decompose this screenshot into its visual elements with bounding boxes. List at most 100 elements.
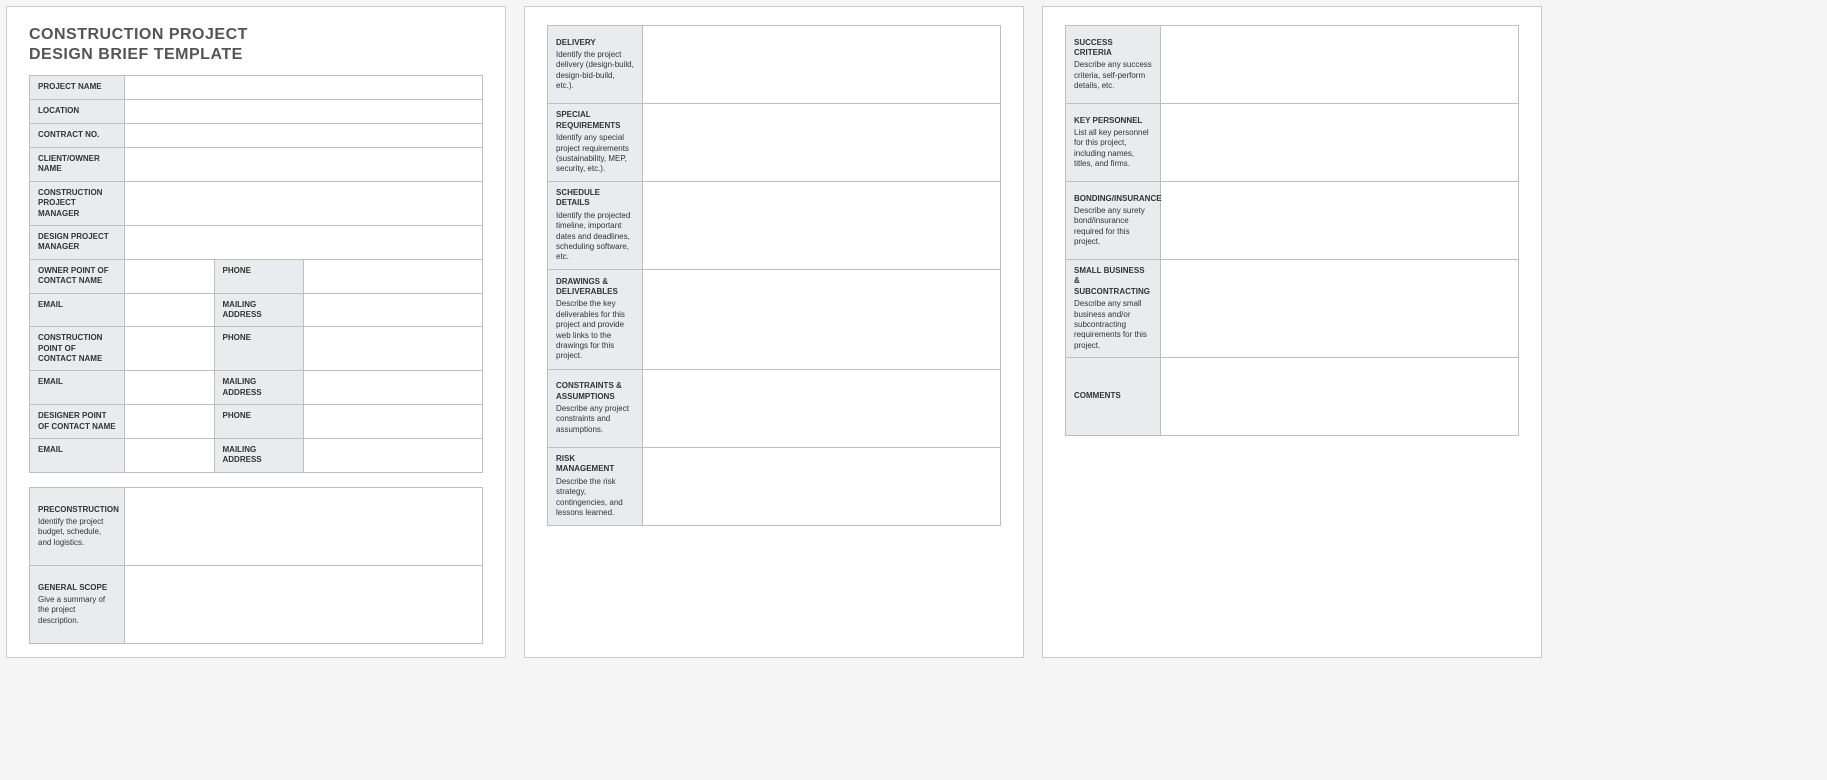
row-dpm: DESIGN PROJECT MANAGER xyxy=(30,225,483,259)
desc-schedule: Identify the projected timeline, importa… xyxy=(556,211,634,263)
desc-bonding: Describe any surety bond/insurance requi… xyxy=(1074,206,1152,248)
input-designer-email[interactable] xyxy=(125,439,215,473)
row-success: SUCCESS CRITERIA Describe any success cr… xyxy=(1066,26,1519,104)
input-owner-poc-name[interactable] xyxy=(125,259,215,293)
input-general-scope[interactable] xyxy=(125,565,483,643)
input-designer-poc-name[interactable] xyxy=(125,405,215,439)
row-construction-email: EMAIL MAILING ADDRESS xyxy=(30,371,483,405)
row-contract-no: CONTRACT NO. xyxy=(30,124,483,148)
hdr-preconstruction: PRECONSTRUCTION xyxy=(38,505,116,515)
row-comments: COMMENTS xyxy=(1066,358,1519,436)
row-cpm: CONSTRUCTION PROJECT MANAGER xyxy=(30,181,483,225)
input-delivery[interactable] xyxy=(643,26,1001,104)
input-client-owner[interactable] xyxy=(125,148,483,182)
row-special-req: SPECIAL REQUIREMENTS Identify any specia… xyxy=(548,104,1001,182)
input-designer-phone[interactable] xyxy=(304,405,483,439)
document-title: CONSTRUCTION PROJECT DESIGN BRIEF TEMPLA… xyxy=(29,25,483,65)
info-table: PROJECT NAME LOCATION CONTRACT NO. CLIEN… xyxy=(29,75,483,473)
input-location[interactable] xyxy=(125,100,483,124)
hdr-risk: RISK MANAGEMENT xyxy=(556,454,634,475)
input-project-name[interactable] xyxy=(125,76,483,100)
document-wrap: CONSTRUCTION PROJECT DESIGN BRIEF TEMPLA… xyxy=(6,6,1821,658)
label-email-3: EMAIL xyxy=(38,445,116,455)
hdr-small-biz: SMALL BUSINESS & SUBCONTRACTING xyxy=(1074,266,1152,297)
input-dpm[interactable] xyxy=(125,225,483,259)
section-table-p1: PRECONSTRUCTION Identify the project bud… xyxy=(29,487,483,644)
label-mailing-3: MAILING ADDRESS xyxy=(223,445,296,466)
row-designer-poc: DESIGNER POINT OF CONTACT NAME PHONE xyxy=(30,405,483,439)
hdr-success: SUCCESS CRITERIA xyxy=(1074,38,1152,59)
input-constraints[interactable] xyxy=(643,369,1001,447)
row-risk: RISK MANAGEMENT Describe the risk strate… xyxy=(548,447,1001,525)
input-success[interactable] xyxy=(1161,26,1519,104)
page-1: CONSTRUCTION PROJECT DESIGN BRIEF TEMPLA… xyxy=(6,6,506,658)
row-preconstruction: PRECONSTRUCTION Identify the project bud… xyxy=(30,487,483,565)
input-construction-email[interactable] xyxy=(125,371,215,405)
title-line-2: DESIGN BRIEF TEMPLATE xyxy=(29,46,243,63)
desc-personnel: List all key personnel for this project,… xyxy=(1074,128,1152,170)
hdr-personnel: KEY PERSONNEL xyxy=(1074,116,1152,126)
title-line-1: CONSTRUCTION PROJECT xyxy=(29,26,248,43)
section-table-p2: DELIVERY Identify the project delivery (… xyxy=(547,25,1001,526)
row-owner-poc: OWNER POINT OF CONTACT NAME PHONE xyxy=(30,259,483,293)
desc-delivery: Identify the project delivery (design-bu… xyxy=(556,50,634,92)
hdr-general-scope: GENERAL SCOPE xyxy=(38,583,116,593)
input-construction-mailing[interactable] xyxy=(304,371,483,405)
row-small-biz: SMALL BUSINESS & SUBCONTRACTING Describe… xyxy=(1066,260,1519,358)
input-construction-poc-name[interactable] xyxy=(125,327,215,371)
label-project-name: PROJECT NAME xyxy=(38,82,116,92)
hdr-drawings: DRAWINGS & DELIVERABLES xyxy=(556,277,634,298)
input-schedule[interactable] xyxy=(643,182,1001,270)
row-personnel: KEY PERSONNEL List all key personnel for… xyxy=(1066,104,1519,182)
input-designer-mailing[interactable] xyxy=(304,439,483,473)
hdr-delivery: DELIVERY xyxy=(556,38,634,48)
row-designer-email: EMAIL MAILING ADDRESS xyxy=(30,439,483,473)
page-2: DELIVERY Identify the project delivery (… xyxy=(524,6,1024,658)
spacer xyxy=(29,473,483,487)
hdr-schedule: SCHEDULE DETAILS xyxy=(556,188,634,209)
label-phone-1: PHONE xyxy=(223,266,296,276)
input-special-req[interactable] xyxy=(643,104,1001,182)
row-project-name: PROJECT NAME xyxy=(30,76,483,100)
input-small-biz[interactable] xyxy=(1161,260,1519,358)
label-cpm: CONSTRUCTION PROJECT MANAGER xyxy=(38,188,116,219)
label-phone-3: PHONE xyxy=(223,411,296,421)
label-owner-poc: OWNER POINT OF CONTACT NAME xyxy=(38,266,116,287)
row-delivery: DELIVERY Identify the project delivery (… xyxy=(548,26,1001,104)
input-drawings[interactable] xyxy=(643,269,1001,369)
input-comments[interactable] xyxy=(1161,358,1519,436)
desc-special-req: Identify any special project requirement… xyxy=(556,133,634,175)
label-client-owner: CLIENT/OWNER NAME xyxy=(38,154,116,175)
desc-general-scope: Give a summary of the project descriptio… xyxy=(38,595,116,626)
row-constraints: CONSTRAINTS & ASSUMPTIONS Describe any p… xyxy=(548,369,1001,447)
input-personnel[interactable] xyxy=(1161,104,1519,182)
row-construction-poc: CONSTRUCTION POINT OF CONTACT NAME PHONE xyxy=(30,327,483,371)
input-owner-email[interactable] xyxy=(125,293,215,327)
label-email-2: EMAIL xyxy=(38,377,116,387)
row-client-owner: CLIENT/OWNER NAME xyxy=(30,148,483,182)
label-construction-poc: CONSTRUCTION POINT OF CONTACT NAME xyxy=(38,333,116,364)
input-construction-phone[interactable] xyxy=(304,327,483,371)
hdr-comments: COMMENTS xyxy=(1074,391,1152,401)
hdr-bonding: BONDING/INSURANCE xyxy=(1074,194,1152,204)
label-designer-poc: DESIGNER POINT OF CONTACT NAME xyxy=(38,411,116,432)
label-mailing-2: MAILING ADDRESS xyxy=(223,377,296,398)
row-drawings: DRAWINGS & DELIVERABLES Describe the key… xyxy=(548,269,1001,369)
row-location: LOCATION xyxy=(30,100,483,124)
input-cpm[interactable] xyxy=(125,181,483,225)
input-owner-phone[interactable] xyxy=(304,259,483,293)
input-risk[interactable] xyxy=(643,447,1001,525)
input-owner-mailing[interactable] xyxy=(304,293,483,327)
desc-small-biz: Describe any small business and/or subco… xyxy=(1074,299,1152,351)
label-dpm: DESIGN PROJECT MANAGER xyxy=(38,232,116,253)
label-email-1: EMAIL xyxy=(38,300,116,310)
input-bonding[interactable] xyxy=(1161,182,1519,260)
input-preconstruction[interactable] xyxy=(125,487,483,565)
input-contract-no[interactable] xyxy=(125,124,483,148)
label-location: LOCATION xyxy=(38,106,116,116)
desc-constraints: Describe any project constraints and ass… xyxy=(556,404,634,435)
hdr-special-req: SPECIAL REQUIREMENTS xyxy=(556,110,634,131)
row-schedule: SCHEDULE DETAILS Identify the projected … xyxy=(548,182,1001,270)
label-contract-no: CONTRACT NO. xyxy=(38,130,116,140)
desc-preconstruction: Identify the project budget, schedule, a… xyxy=(38,517,116,548)
